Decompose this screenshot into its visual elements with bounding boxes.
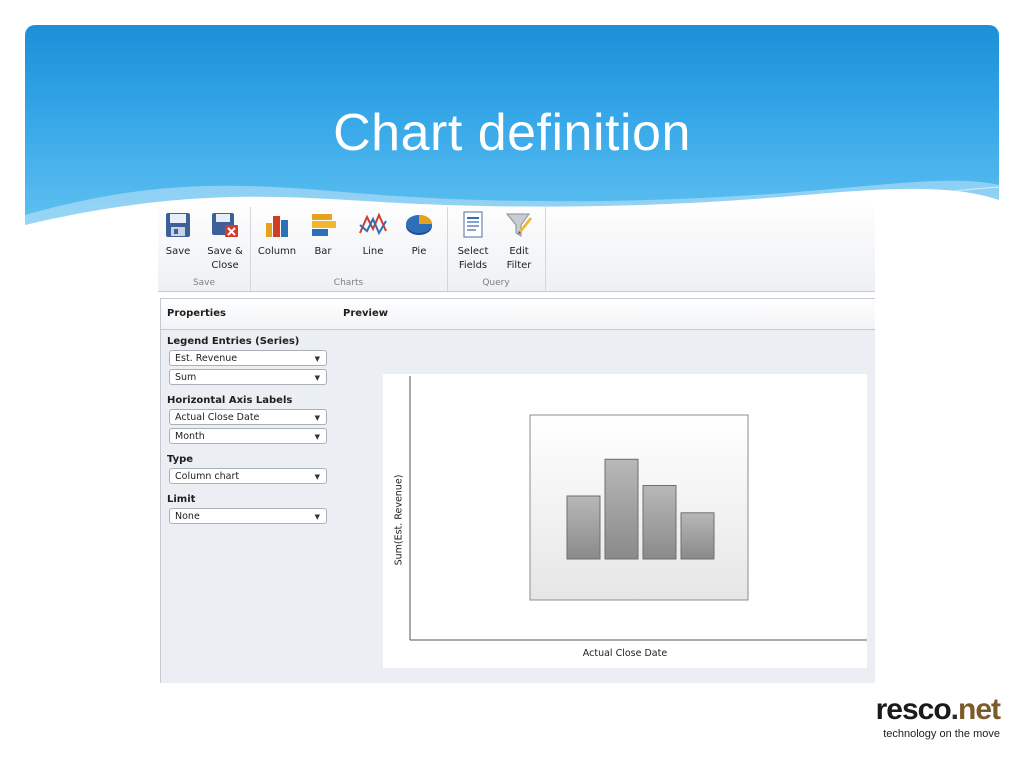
legend-field-dropdown[interactable]: Est. Revenue ▼ — [169, 350, 327, 366]
section-title: Horizontal Axis Labels — [167, 395, 293, 406]
dropdown-arrow-icon: ▼ — [314, 433, 320, 441]
save-and-close-button[interactable]: Save & Close — [204, 211, 246, 273]
ribbon-group-charts: Column Bar Line Pie Charts — [250, 207, 448, 291]
floppy-disk-close-icon — [204, 211, 246, 239]
ribbon-group-label: Charts — [333, 278, 364, 288]
select-fields-button[interactable]: Select Fields — [453, 211, 493, 273]
slide-title: Chart definition — [333, 104, 691, 162]
placeholder-bar — [566, 495, 601, 560]
column-chart-icon — [254, 211, 300, 239]
designer-panels: Properties Legend Entries (Series) Est. … — [158, 298, 875, 683]
logo-wordmark: resco.net — [875, 693, 1001, 726]
dropdown-value: Column chart — [175, 471, 240, 482]
save-button[interactable]: Save — [160, 211, 196, 259]
ribbon-group-label: Query — [482, 278, 510, 288]
section-title: Limit — [167, 494, 196, 505]
funnel-pencil-icon — [499, 211, 539, 239]
legend-entries-section: Legend Entries (Series) Est. Revenue ▼ S… — [161, 336, 337, 385]
placeholder-bar — [642, 485, 677, 560]
chart-preview-svg — [409, 376, 867, 641]
bar-chart-button[interactable]: Bar — [306, 211, 340, 259]
resco-logo: resco.net technology on the move — [875, 693, 1001, 741]
floppy-disk-icon — [160, 211, 196, 239]
document-list-icon — [453, 211, 493, 239]
properties-panel: Properties Legend Entries (Series) Est. … — [160, 298, 338, 683]
section-title: Legend Entries (Series) — [167, 336, 300, 347]
axis-field-dropdown[interactable]: Actual Close Date ▼ — [169, 409, 327, 425]
legend-aggregate-dropdown[interactable]: Sum ▼ — [169, 369, 327, 385]
axis-grouping-dropdown[interactable]: Month ▼ — [169, 428, 327, 444]
ribbon-group-query: Select Fields Edit Filter Query — [447, 207, 546, 291]
preview-header: Preview — [337, 298, 875, 330]
dropdown-arrow-icon: ▼ — [314, 473, 320, 481]
edit-filter-button[interactable]: Edit Filter — [499, 211, 539, 273]
chart-preview-area: Sum(Est. Revenue) Actual Close Date — [383, 374, 867, 668]
pie-chart-button[interactable]: Pie — [402, 211, 436, 259]
preview-panel: Preview Sum(Est. Revenue) Actual Close D… — [337, 298, 875, 683]
placeholder-bar — [604, 458, 639, 560]
line-chart-icon — [356, 211, 390, 239]
dropdown-arrow-icon: ▼ — [314, 374, 320, 382]
placeholder-bar — [680, 512, 715, 560]
x-axis-title: Actual Close Date — [582, 648, 668, 659]
properties-header: Properties — [161, 298, 337, 330]
line-chart-button[interactable]: Line — [356, 211, 390, 259]
dropdown-arrow-icon: ▼ — [314, 414, 320, 422]
column-chart-button[interactable]: Column — [254, 211, 300, 259]
type-section: Type Column chart ▼ — [161, 454, 337, 484]
ribbon-group-save: Save Save & Close Save — [158, 207, 251, 291]
dropdown-arrow-icon: ▼ — [314, 513, 320, 521]
chart-designer-window: Save Save & Close Save Column Bar Line P… — [158, 207, 875, 683]
dropdown-value: Actual Close Date — [175, 412, 260, 423]
ribbon-group-label: Save — [192, 278, 216, 288]
limit-section: Limit None ▼ — [161, 494, 337, 524]
horizontal-axis-section: Horizontal Axis Labels Actual Close Date… — [161, 395, 337, 444]
dropdown-value: Sum — [175, 372, 197, 383]
logo-tagline: technology on the move — [883, 728, 1000, 740]
limit-dropdown[interactable]: None ▼ — [169, 508, 327, 524]
dropdown-value: Est. Revenue — [175, 353, 238, 364]
section-title: Type — [167, 454, 194, 465]
dropdown-arrow-icon: ▼ — [314, 355, 320, 363]
pie-chart-icon — [402, 211, 436, 239]
chart-type-dropdown[interactable]: Column chart ▼ — [169, 468, 327, 484]
dropdown-value: Month — [175, 431, 205, 442]
ribbon-toolbar: Save Save & Close Save Column Bar Line P… — [158, 207, 875, 292]
dropdown-value: None — [175, 511, 200, 522]
bar-chart-icon — [306, 211, 340, 239]
placeholder-chart-frame — [529, 414, 749, 601]
